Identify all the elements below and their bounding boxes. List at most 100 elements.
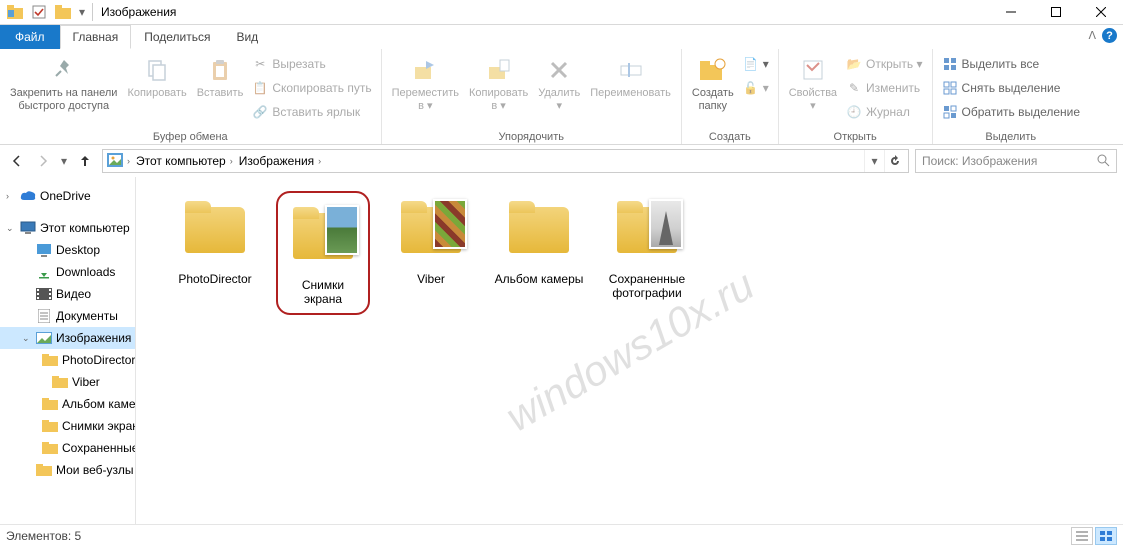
tree-saved[interactable]: Сохраненные: [0, 437, 135, 459]
view-icons-button[interactable]: [1095, 527, 1117, 545]
pin-quickaccess-button[interactable]: Закрепить на панели быстрого доступа: [6, 51, 121, 114]
newfolder-button[interactable]: Создать папку: [688, 51, 738, 114]
qat-dropdown-icon[interactable]: ▾: [76, 2, 88, 22]
tree-documents[interactable]: Документы: [0, 305, 135, 327]
tree-viber[interactable]: Viber: [0, 371, 135, 393]
tree-thispc[interactable]: ⌄Этот компьютер: [0, 217, 135, 239]
invert-icon: [942, 104, 958, 120]
group-open-label: Открыть: [785, 129, 926, 144]
chevron-right-icon[interactable]: ›: [318, 156, 321, 166]
delete-icon: [547, 53, 571, 87]
pictures-icon: [36, 330, 52, 346]
rename-icon: [618, 53, 644, 87]
tab-view[interactable]: Вид: [223, 25, 271, 49]
group-clipboard-label: Буфер обмена: [6, 129, 375, 144]
navigation-pane[interactable]: ›OneDrive ⌄Этот компьютер Desktop Downlo…: [0, 177, 136, 524]
paste-icon: [207, 53, 233, 87]
properties-button[interactable]: Свойства ▾: [785, 51, 841, 114]
rename-button[interactable]: Переименовать: [586, 51, 675, 102]
tree-photodirector[interactable]: PhotoDirector: [0, 349, 135, 371]
desktop-icon: [36, 242, 52, 258]
tree-desktop[interactable]: Desktop: [0, 239, 135, 261]
tab-share[interactable]: Поделиться: [131, 25, 223, 49]
folder-icon: [36, 462, 52, 478]
search-input[interactable]: Поиск: Изображения: [915, 149, 1117, 173]
paste-button[interactable]: Вставить: [193, 51, 248, 102]
edit-icon: ✎: [846, 80, 862, 96]
history-button[interactable]: 🕘Журнал: [843, 101, 925, 123]
open-button[interactable]: 📂Открыть ▾: [843, 53, 925, 75]
up-button[interactable]: [74, 150, 96, 172]
copyto-button[interactable]: Копировать в ▾: [465, 51, 532, 114]
group-organize-label: Упорядочить: [388, 129, 675, 144]
invertselect-button[interactable]: Обратить выделение: [939, 101, 1084, 123]
newitem-button[interactable]: 📄▾: [740, 53, 772, 75]
tree-videos[interactable]: Видео: [0, 283, 135, 305]
group-new-label: Создать: [688, 129, 772, 144]
qat-folder-icon[interactable]: [52, 2, 74, 22]
downloads-icon: [36, 264, 52, 280]
shortcut-icon: 🔗: [252, 104, 268, 120]
properties-icon: [800, 53, 826, 87]
selectnone-icon: [942, 80, 958, 96]
delete-button[interactable]: Удалить ▾: [534, 51, 584, 114]
forward-button[interactable]: [32, 150, 54, 172]
copypath-button[interactable]: 📋Скопировать путь: [249, 77, 374, 99]
ribbon-collapse-icon[interactable]: ᐱ: [1088, 29, 1096, 42]
breadcrumb-thispc[interactable]: Этот компьютер›: [134, 154, 235, 168]
address-dropdown[interactable]: ▾: [864, 150, 884, 172]
folder-screenshots[interactable]: Снимки экрана: [278, 191, 368, 315]
tree-albumcamera[interactable]: Альбом камеры: [0, 393, 135, 415]
back-button[interactable]: [6, 150, 28, 172]
recent-dropdown[interactable]: ▾: [58, 150, 70, 172]
folder-albumcamera[interactable]: Альбом камеры: [494, 191, 584, 315]
window-title: Изображения: [97, 5, 176, 19]
tree-downloads[interactable]: Downloads: [0, 261, 135, 283]
moveto-icon: [412, 53, 438, 87]
tab-home[interactable]: Главная: [60, 25, 132, 49]
pasteshortcut-button[interactable]: 🔗Вставить ярлык: [249, 101, 374, 123]
folder-icon: [42, 418, 58, 434]
folder-photodirector[interactable]: PhotoDirector: [170, 191, 260, 315]
cut-button[interactable]: ✂Вырезать: [249, 53, 374, 75]
tree-pictures[interactable]: ⌄Изображения: [0, 327, 135, 349]
folder-savedphotos[interactable]: Сохраненные фотографии: [602, 191, 692, 315]
selectnone-button[interactable]: Снять выделение: [939, 77, 1084, 99]
copy-icon: [144, 53, 170, 87]
maximize-button[interactable]: [1033, 0, 1078, 25]
folder-icon: [42, 440, 58, 456]
chevron-right-icon[interactable]: ›: [6, 191, 16, 201]
app-folder-icon: [4, 2, 26, 22]
chevron-right-icon[interactable]: ›: [127, 156, 130, 166]
breadcrumb-pictures[interactable]: Изображения›: [237, 154, 323, 168]
edit-button[interactable]: ✎Изменить: [843, 77, 925, 99]
copy-button[interactable]: Копировать: [123, 51, 190, 102]
pictures-location-icon: [107, 153, 123, 170]
selectall-button[interactable]: Выделить все: [939, 53, 1084, 75]
tab-file[interactable]: Файл: [0, 25, 60, 49]
videos-icon: [36, 286, 52, 302]
tree-screenshots[interactable]: Снимки экрана: [0, 415, 135, 437]
documents-icon: [36, 308, 52, 324]
newfolder-icon: [698, 53, 728, 87]
help-icon[interactable]: ?: [1102, 28, 1117, 43]
copypath-icon: 📋: [252, 80, 268, 96]
content-area[interactable]: PhotoDirector Снимки экрана Viber Альбом…: [136, 177, 1123, 524]
status-count: Элементов: 5: [6, 529, 81, 543]
chevron-down-icon[interactable]: ⌄: [6, 223, 16, 234]
refresh-button[interactable]: [884, 150, 904, 172]
qat-checkbox-icon[interactable]: [28, 2, 50, 22]
easyaccess-button[interactable]: 🔓▾: [740, 77, 772, 99]
folder-viber[interactable]: Viber: [386, 191, 476, 315]
address-bar[interactable]: › Этот компьютер› Изображения› ▾: [102, 149, 909, 173]
minimize-button[interactable]: [988, 0, 1033, 25]
group-select-label: Выделить: [939, 129, 1084, 144]
view-details-button[interactable]: [1071, 527, 1093, 545]
moveto-button[interactable]: Переместить в ▾: [388, 51, 463, 114]
folder-icon: [52, 374, 68, 390]
tree-mywebsites[interactable]: Мои веб-узлы: [0, 459, 135, 481]
chevron-right-icon[interactable]: ›: [230, 156, 233, 166]
close-button[interactable]: [1078, 0, 1123, 25]
tree-onedrive[interactable]: ›OneDrive: [0, 185, 135, 207]
chevron-down-icon[interactable]: ⌄: [22, 333, 32, 344]
